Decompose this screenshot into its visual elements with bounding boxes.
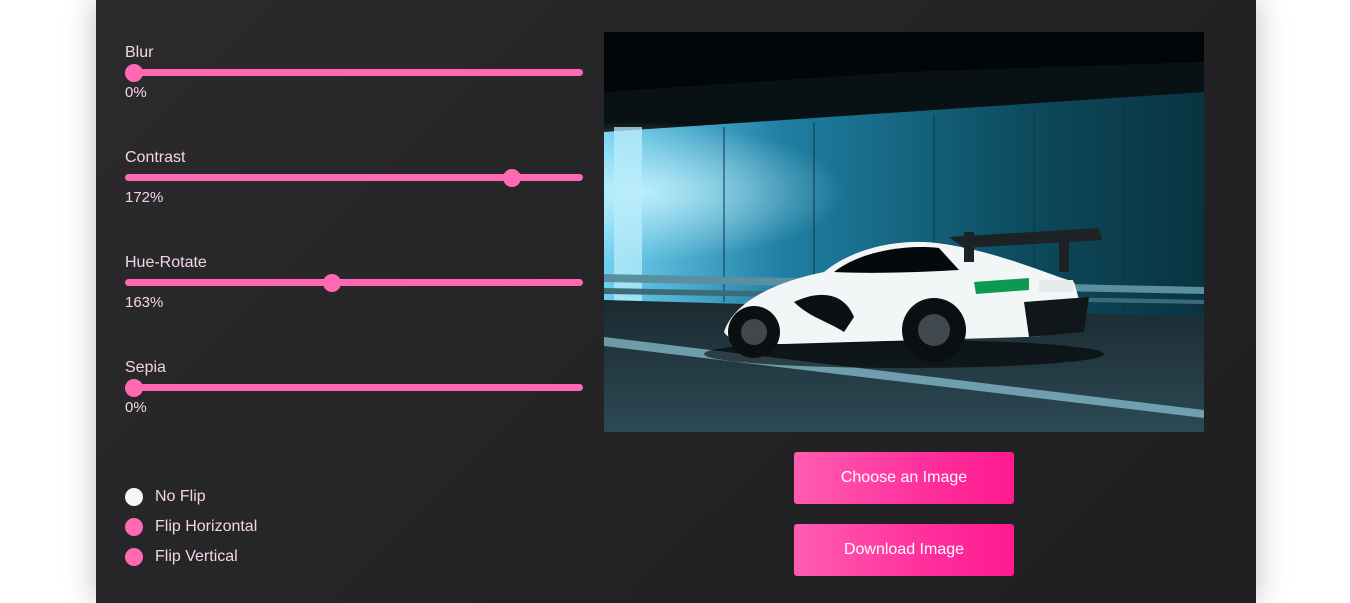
flip-vertical-radio[interactable]: [125, 548, 143, 566]
contrast-slider[interactable]: [125, 168, 583, 187]
blur-label: Blur: [125, 44, 154, 61]
hue-rotate-slider[interactable]: [125, 273, 583, 292]
editor-panel: Blur 0% Contrast 172% Hue-Rotate 163% Se…: [96, 0, 1256, 603]
contrast-slider-thumb[interactable]: [503, 168, 522, 187]
choose-image-button[interactable]: Choose an Image: [794, 452, 1014, 504]
hue-rotate-value: 163%: [125, 294, 164, 311]
sepia-label: Sepia: [125, 359, 166, 376]
sepia-slider-thumb[interactable]: [125, 378, 143, 397]
contrast-label: Contrast: [125, 149, 186, 166]
hue-rotate-control: Hue-Rotate 163%: [125, 254, 585, 312]
flip-vertical-label: Flip Vertical: [155, 548, 238, 565]
blur-control: Blur 0%: [125, 44, 585, 102]
sepia-control: Sepia 0%: [125, 359, 585, 417]
flip-horizontal-radio[interactable]: [125, 518, 143, 536]
contrast-control: Contrast 172%: [125, 149, 585, 207]
blur-slider-thumb[interactable]: [125, 63, 143, 82]
sepia-slider[interactable]: [125, 378, 583, 397]
hue-rotate-slider-thumb[interactable]: [323, 273, 341, 292]
blur-slider[interactable]: [125, 63, 583, 82]
blur-value: 0%: [125, 84, 147, 101]
flip-options: No Flip Flip Horizontal Flip Vertical: [125, 482, 257, 572]
flip-horizontal-label: Flip Horizontal: [155, 518, 258, 535]
contrast-value: 172%: [125, 189, 164, 206]
sepia-value: 0%: [125, 399, 147, 416]
download-image-button[interactable]: Download Image: [794, 524, 1014, 576]
flip-option-none[interactable]: No Flip: [125, 482, 257, 512]
no-flip-radio[interactable]: [125, 488, 143, 506]
flip-option-vertical[interactable]: Flip Vertical: [125, 542, 257, 572]
image-preview: [604, 32, 1204, 432]
flip-option-horizontal[interactable]: Flip Horizontal: [125, 512, 257, 542]
no-flip-label: No Flip: [155, 488, 206, 505]
hue-rotate-label: Hue-Rotate: [125, 254, 207, 271]
car-photo: [604, 32, 1204, 432]
